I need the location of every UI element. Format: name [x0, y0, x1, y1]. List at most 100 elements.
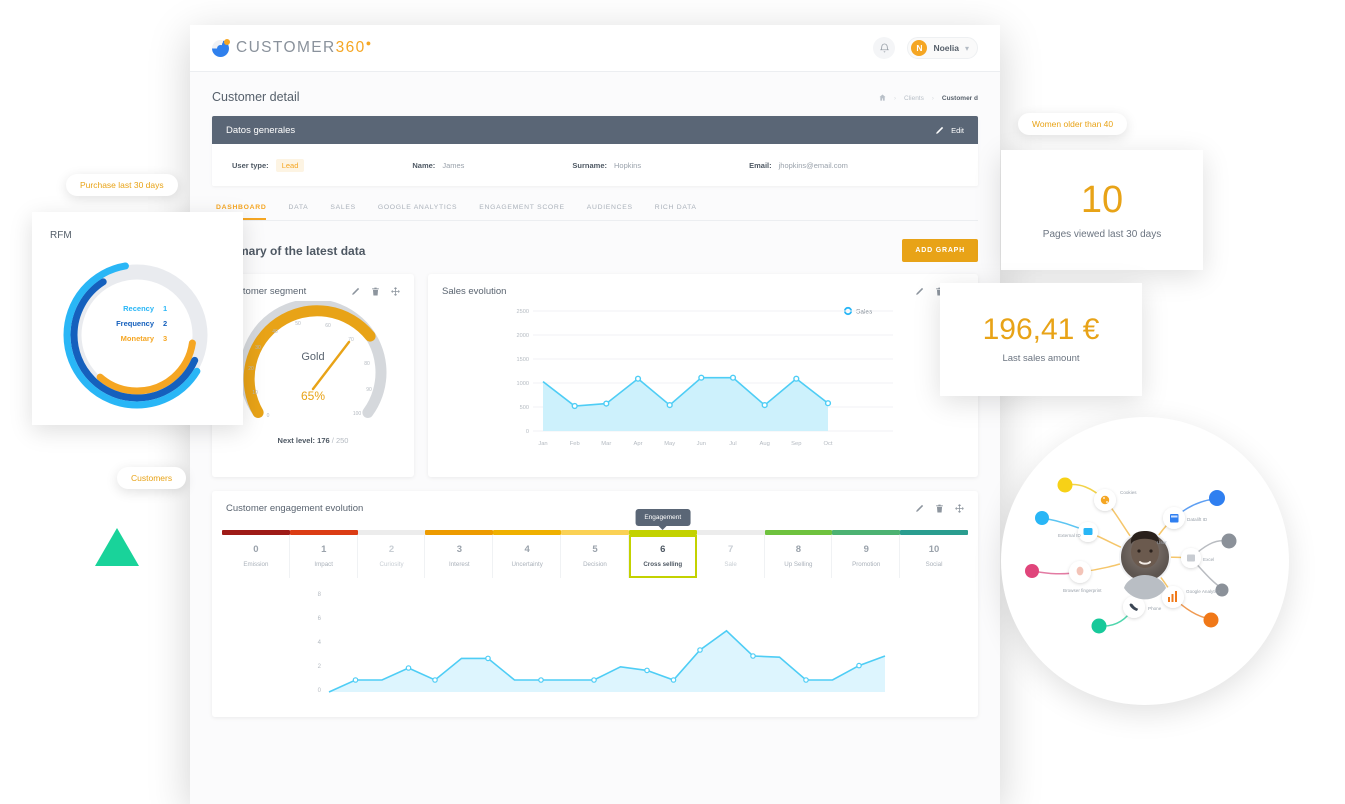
svg-text:0: 0 [526, 429, 529, 435]
engagement-step-3[interactable]: 3Interest [425, 530, 493, 578]
app-logo[interactable]: CUSTOMER360● [212, 38, 373, 57]
bell-icon[interactable] [873, 37, 895, 59]
general-data-panel: Datos generales Edit User type: Lead Nam… [212, 116, 978, 186]
engagement-step-1[interactable]: 1Impact [290, 530, 358, 578]
engagement-step-4[interactable]: 4Uncertainty [493, 530, 561, 578]
page-title: Customer detail [212, 90, 300, 104]
svg-text:Jul: Jul [729, 441, 736, 447]
edit-label: Edit [951, 126, 964, 135]
next-level-label: Next level: [278, 436, 316, 445]
next-level-current: 176 [317, 436, 330, 445]
svg-text:2: 2 [318, 664, 322, 670]
engagement-scale: 0Emission 1Impact 2Curiosity 3Interest 4… [222, 530, 968, 578]
pill-purchase-last-30-days[interactable]: Purchase last 30 days [66, 174, 178, 196]
move-icon[interactable] [391, 287, 400, 296]
svg-text:40: 40 [272, 329, 278, 335]
rfm-label: Monetary [102, 334, 154, 343]
stat-caption: Last sales amount [1002, 353, 1079, 364]
tab-data[interactable]: DATA [288, 204, 308, 220]
engagement-step-9[interactable]: 9Promotion [832, 530, 900, 578]
svg-text:1000: 1000 [517, 381, 529, 387]
breadcrumb-separator: › [932, 96, 934, 102]
field-key: Name: [412, 161, 435, 170]
node-endpoint-phone [1092, 619, 1107, 634]
cards-row: Customer segment [212, 274, 978, 477]
node-label-browser-fingerprint: Browser fingerprint [1063, 588, 1102, 593]
node-endpoint-external-id [1035, 511, 1049, 525]
tab-audiences[interactable]: AUDIENCES [587, 204, 633, 220]
next-level-sep: / [332, 436, 334, 445]
status-badge: Lead [276, 159, 305, 172]
tab-sales[interactable]: SALES [330, 204, 355, 220]
pencil-icon[interactable] [351, 287, 360, 296]
node-label-google-analytics: Google Analytics [1186, 589, 1221, 594]
rfm-legend: Recency 1 Frequency 2 Monetary 3 [32, 304, 243, 349]
engagement-step-5[interactable]: 5Decision [561, 530, 629, 578]
logo-mark-icon [212, 40, 229, 57]
svg-text:Sep: Sep [791, 441, 801, 447]
field-surname: Surname: Hopkins [572, 161, 641, 170]
screenshot-root: CUSTOMER360● N Noelia ▾ Customer [0, 0, 1345, 804]
tab-google-analytics[interactable]: GOOGLE ANALYTICS [378, 204, 457, 220]
chevron-down-icon: ▾ [965, 44, 969, 53]
field-value: jhopkins@email.com [779, 161, 848, 170]
svg-text:Oct: Oct [823, 441, 832, 447]
gauge-svg: 0 10 20 30 40 50 60 70 80 90 100 [233, 301, 393, 431]
svg-text:60: 60 [325, 323, 331, 329]
panel-title: Datos generales [226, 125, 295, 136]
home-icon[interactable] [879, 94, 886, 103]
node-label-cookies: Cookies [1120, 490, 1137, 495]
svg-text:Feb: Feb [570, 441, 580, 447]
pencil-icon[interactable] [915, 287, 924, 296]
engagement-step-0[interactable]: 0Emission [222, 530, 290, 578]
node-label-datalift-id: Datalift ID [1187, 517, 1208, 522]
engagement-step-6[interactable]: Engagement 6 Cross selling [629, 530, 697, 578]
pencil-icon[interactable] [915, 504, 924, 513]
avatar: N [911, 40, 927, 56]
move-icon[interactable] [955, 504, 964, 513]
card-identity-graph: Cookies External ID Browser fingerprint … [1001, 417, 1289, 705]
svg-text:2500: 2500 [517, 309, 529, 315]
logo-wordmark: CUSTOMER360● [236, 38, 373, 57]
stat-value: 10 [1081, 181, 1123, 219]
card-title: Customer engagement evolution [226, 503, 363, 514]
header-actions: N Noelia ▾ [873, 37, 978, 59]
app-body: Customer detail › Clients › Customer d D… [190, 72, 1000, 804]
engagement-timeline-svg: 8 6 4 2 0 [212, 584, 978, 702]
engagement-step-2[interactable]: 2Curiosity [358, 530, 426, 578]
svg-text:0: 0 [267, 413, 270, 419]
card-tools [915, 504, 964, 513]
logo-text: CUSTOMER [236, 40, 336, 57]
pill-customers[interactable]: Customers [117, 467, 186, 489]
field-key: User type: [232, 161, 269, 170]
engagement-step-7[interactable]: 7Sale [697, 530, 765, 578]
app-window: CUSTOMER360● N Noelia ▾ Customer [190, 25, 1000, 804]
add-graph-button[interactable]: ADD GRAPH [902, 239, 978, 262]
summary-header: Summary of the latest data ADD GRAPH [212, 239, 978, 262]
tab-engagement-score[interactable]: ENGAGEMENT SCORE [479, 204, 564, 220]
field-user-type: User type: Lead [232, 159, 304, 172]
tab-rich-data[interactable]: RICH DATA [655, 204, 697, 220]
svg-text:4: 4 [318, 640, 322, 646]
trash-icon[interactable] [935, 504, 944, 513]
breadcrumb-item-current: Customer d [942, 95, 978, 102]
node-endpoint-excel-a [1222, 534, 1237, 549]
svg-text:Jun: Jun [697, 441, 706, 447]
gauge-value: 65% [233, 389, 393, 403]
pill-women-older-than-40[interactable]: Women older than 40 [1018, 113, 1127, 135]
svg-text:Mar: Mar [601, 441, 611, 447]
engagement-step-10[interactable]: 10Social [900, 530, 968, 578]
panel-header: Datos generales Edit [212, 116, 978, 144]
user-menu[interactable]: N Noelia ▾ [907, 37, 978, 59]
edit-button[interactable]: Edit [935, 126, 964, 135]
card-tools [351, 287, 400, 296]
breadcrumb-item-clients[interactable]: Clients [904, 95, 924, 102]
svg-text:Aug: Aug [760, 441, 770, 447]
trash-icon[interactable] [371, 287, 380, 296]
engagement-step-8[interactable]: 8Up Selling [765, 530, 833, 578]
svg-text:500: 500 [520, 405, 529, 411]
field-key: Surname: [572, 161, 607, 170]
next-level-target: 250 [336, 436, 349, 445]
node-label-excel: Excel [1203, 557, 1214, 562]
node-label-phone: Phone [1148, 606, 1162, 611]
